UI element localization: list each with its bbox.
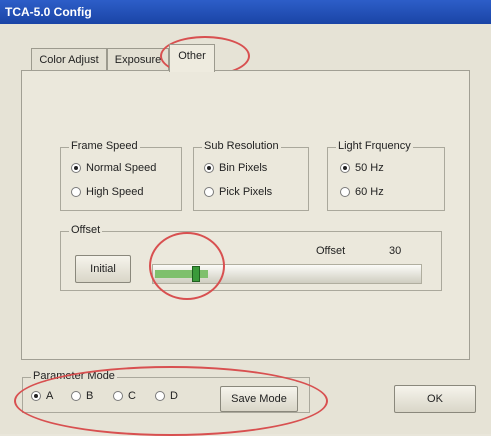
radio-mode-b[interactable]: B [71, 390, 93, 402]
offset-value-label: Offset [316, 245, 346, 257]
tab-label: Exposure [114, 54, 162, 66]
tab-label: Color Adjust [39, 54, 99, 66]
radio-unselected-icon [71, 187, 81, 197]
ok-button[interactable]: OK [394, 385, 476, 413]
radio-label: 50 Hz [355, 162, 384, 174]
offset-slider[interactable] [152, 264, 422, 284]
radio-label: D [170, 390, 178, 402]
radio-mode-c[interactable]: C [113, 390, 136, 402]
tab-other[interactable]: Other [169, 44, 215, 72]
window-title: TCA-5.0 Config [5, 5, 92, 19]
radio-label: C [128, 390, 136, 402]
initial-button[interactable]: Initial [75, 255, 131, 283]
sub-resolution-title: Sub Resolution [202, 140, 281, 152]
slider-fill [155, 270, 208, 278]
slider-thumb[interactable] [192, 266, 200, 282]
title-bar[interactable]: TCA-5.0 Config [0, 0, 491, 24]
radio-selected-icon [340, 163, 350, 173]
sub-resolution-group: Sub Resolution Bin Pixels Pick Pixels [193, 140, 309, 211]
radio-unselected-icon [340, 187, 350, 197]
config-window: TCA-5.0 Config Color Adjust Exposure Oth… [0, 0, 491, 436]
radio-label: Pick Pixels [219, 186, 273, 198]
radio-selected-icon [71, 163, 81, 173]
radio-mode-d[interactable]: D [155, 390, 178, 402]
radio-mode-a[interactable]: A [31, 390, 53, 402]
tab-color-adjust[interactable]: Color Adjust [31, 48, 107, 71]
save-mode-button[interactable]: Save Mode [220, 386, 298, 412]
radio-selected-icon [31, 391, 41, 401]
offset-value: 30 [389, 245, 402, 257]
radio-unselected-icon [113, 391, 123, 401]
light-frequency-group: Light Frquency 50 Hz 60 Hz [327, 140, 445, 211]
tab-label: Other [178, 50, 206, 62]
light-frequency-title: Light Frquency [336, 140, 413, 152]
radio-label: High Speed [86, 186, 144, 198]
other-tab-panel [21, 70, 470, 360]
radio-unselected-icon [71, 391, 81, 401]
radio-selected-icon [204, 163, 214, 173]
tab-exposure[interactable]: Exposure [107, 48, 169, 71]
radio-label: B [86, 390, 94, 402]
frame-speed-title: Frame Speed [69, 140, 140, 152]
radio-label: A [46, 390, 54, 402]
parameter-mode-title: Parameter Mode [31, 370, 117, 382]
radio-bin-pixels[interactable]: Bin Pixels [204, 162, 267, 174]
radio-pick-pixels[interactable]: Pick Pixels [204, 186, 272, 198]
radio-60hz[interactable]: 60 Hz [340, 186, 384, 198]
frame-speed-group: Frame Speed Normal Speed High Speed [60, 140, 182, 211]
radio-unselected-icon [204, 187, 214, 197]
radio-normal-speed[interactable]: Normal Speed [71, 162, 156, 174]
radio-label: 60 Hz [355, 186, 384, 198]
radio-50hz[interactable]: 50 Hz [340, 162, 384, 174]
radio-label: Bin Pixels [219, 162, 268, 174]
offset-title: Offset [69, 224, 103, 236]
radio-high-speed[interactable]: High Speed [71, 186, 144, 198]
radio-label: Normal Speed [86, 162, 157, 174]
radio-unselected-icon [155, 391, 165, 401]
